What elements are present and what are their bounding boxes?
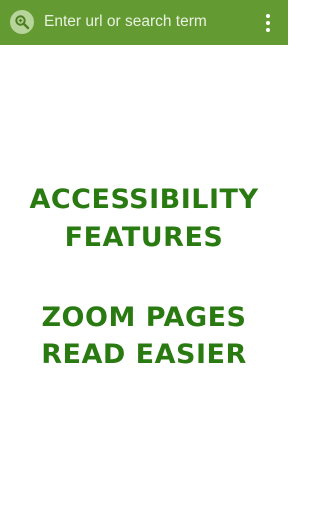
menu-dot xyxy=(266,28,270,32)
headline-features: FEATURES xyxy=(64,222,224,253)
headline-accessibility: ACCESSIBILITY xyxy=(29,184,259,215)
headline-zoom-pages: ZOOM PAGES xyxy=(41,302,247,333)
search-icon[interactable] xyxy=(10,10,34,34)
menu-dot xyxy=(266,14,270,18)
browser-toolbar xyxy=(0,0,288,45)
magnifier-glyph xyxy=(15,15,30,30)
url-search-input[interactable] xyxy=(44,9,244,35)
page-content: ACCESSIBILITY FEATURES ZOOM PAGES READ E… xyxy=(0,45,288,512)
menu-dot xyxy=(266,21,270,25)
overflow-menu-icon[interactable] xyxy=(258,11,278,35)
headline-read-easier: READ EASIER xyxy=(41,339,247,370)
